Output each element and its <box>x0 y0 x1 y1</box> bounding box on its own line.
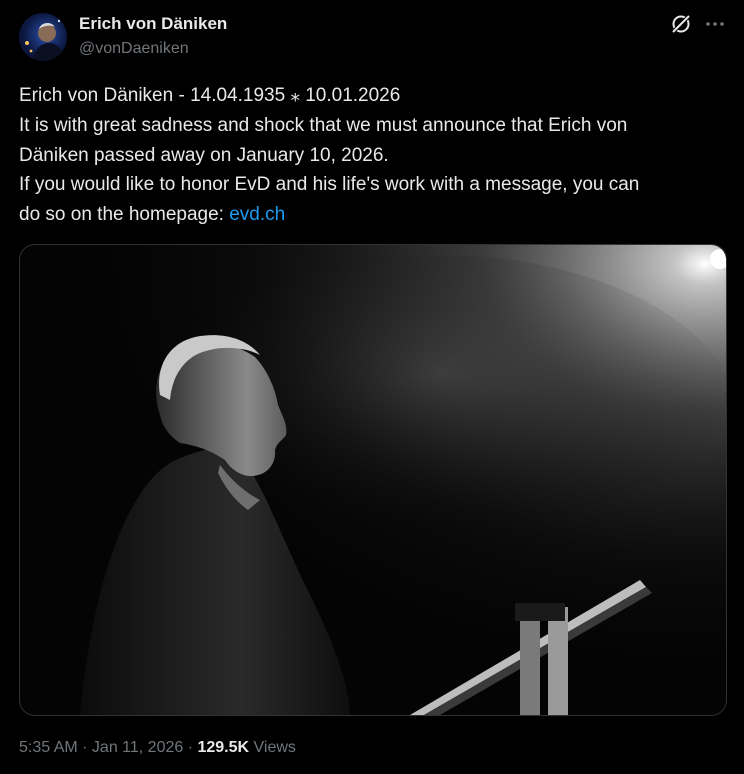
tweet-photo[interactable] <box>19 244 727 716</box>
tweet-line-honor-2: do so on the homepage: evd.ch <box>19 200 731 230</box>
homepage-link[interactable]: evd.ch <box>229 204 285 225</box>
meta-separator: · <box>183 739 198 756</box>
avatar-photo-icon <box>25 19 65 61</box>
avatar[interactable] <box>19 13 67 61</box>
tweet-line-announcement-1: It is with great sadness and shock that … <box>19 114 628 136</box>
tweet-meta: 5:35 AM · Jan 11, 2026 · 129.5K Views <box>19 738 296 758</box>
grok-icon[interactable] <box>669 12 693 36</box>
tweet-line-announcement-2: Däniken passed away on January 10, 2026. <box>19 144 389 166</box>
tweet: Erich von Däniken @vonDaeniken Erich von… <box>0 0 744 774</box>
tweet-line-honor-1: If you would like to honor EvD and his l… <box>19 174 640 196</box>
handle[interactable]: @vonDaeniken <box>79 39 227 59</box>
views-label: Views <box>249 739 296 756</box>
homepage-prefix: do so on the homepage: <box>19 204 230 226</box>
display-name[interactable]: Erich von Däniken <box>79 13 227 35</box>
tweet-time[interactable]: 5:35 AM <box>19 739 78 756</box>
tweet-text: Erich von Däniken - 14.04.1935 ⁎ 10.01.2… <box>19 81 731 230</box>
author-info: Erich von Däniken @vonDaeniken <box>79 13 227 59</box>
tweet-line-title: Erich von Däniken - 14.04.1935 ⁎ 10.01.2… <box>19 85 401 106</box>
views-count: 129.5K <box>197 739 250 756</box>
more-dots-icon[interactable] <box>703 12 727 36</box>
tweet-date[interactable]: Jan 11, 2026 <box>92 739 183 756</box>
meta-separator: · <box>77 739 92 756</box>
speaker-photo-image <box>20 245 726 715</box>
